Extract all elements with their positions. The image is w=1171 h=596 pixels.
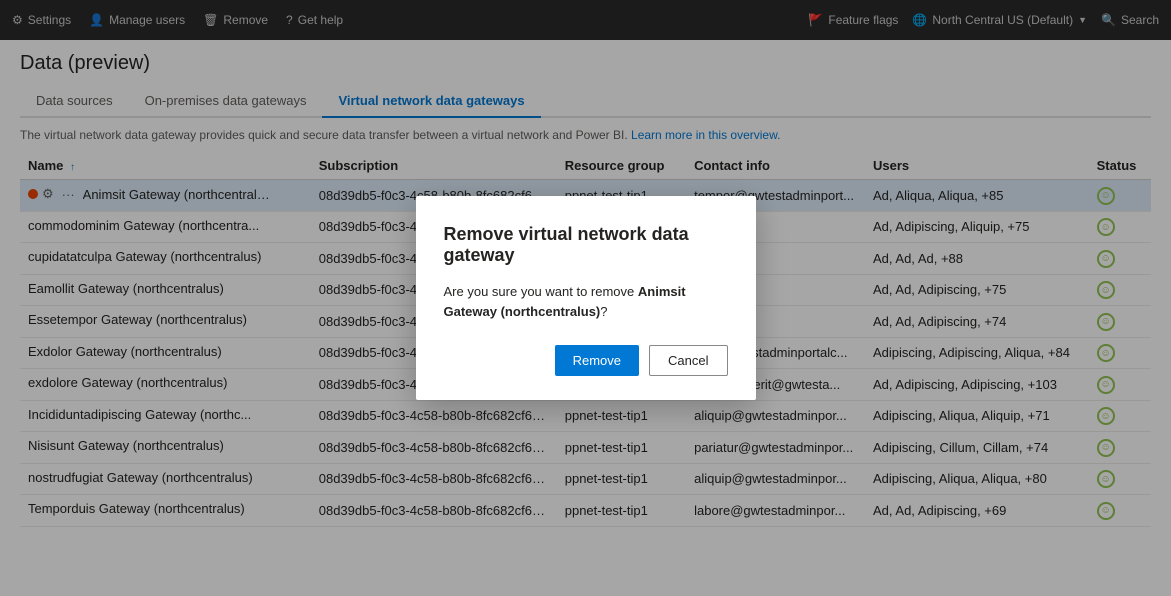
- modal-overlay: Remove virtual network data gateway Are …: [0, 0, 1171, 596]
- modal-actions: Remove Cancel: [444, 345, 728, 376]
- modal-body-suffix: ?: [600, 304, 607, 319]
- remove-modal: Remove virtual network data gateway Are …: [416, 196, 756, 400]
- modal-title: Remove virtual network data gateway: [444, 224, 728, 266]
- modal-remove-button[interactable]: Remove: [555, 345, 639, 376]
- modal-body: Are you sure you want to remove Animsit …: [444, 282, 728, 321]
- modal-body-text: Are you sure you want to remove: [444, 284, 635, 299]
- modal-cancel-button[interactable]: Cancel: [649, 345, 727, 376]
